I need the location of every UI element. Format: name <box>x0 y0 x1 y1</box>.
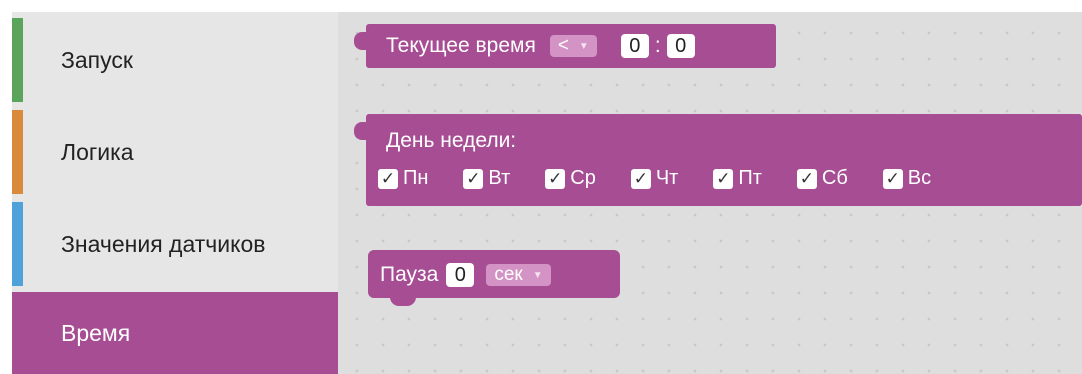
day-checkbox-thu[interactable]: ✓ Чт <box>630 167 678 190</box>
day-checkbox-wed[interactable]: ✓ Ср <box>545 167 596 190</box>
minutes-field[interactable]: 0 <box>666 34 695 58</box>
weekday-block[interactable]: День недели: ✓ Пн ✓ Вт ✓ Ср ✓ Чт ✓ Пт ✓ … <box>354 114 1082 206</box>
operator-value: < <box>557 35 569 56</box>
day-checkbox-sun[interactable]: ✓ Вс <box>882 167 931 190</box>
time-operator-dropdown[interactable]: < ▼ <box>549 35 597 57</box>
check-icon[interactable]: ✓ <box>378 168 398 189</box>
pause-block[interactable]: Пауза 0 сек ▼ <box>368 250 620 306</box>
category-sensor-values[interactable]: Значения датчиков <box>12 200 338 288</box>
category-time[interactable]: Время <box>12 292 338 374</box>
pause-value-field[interactable]: 0 <box>446 263 475 287</box>
category-color-stripe <box>12 202 23 286</box>
block-output-connector <box>354 122 368 140</box>
unit-value: сек <box>494 264 523 285</box>
check-icon[interactable]: ✓ <box>882 168 903 189</box>
pause-label: Пауза <box>380 263 439 286</box>
block-output-connector <box>354 32 368 50</box>
weekday-label: День недели: <box>386 129 517 152</box>
category-label: Запуск <box>61 46 133 73</box>
hours-field[interactable]: 0 <box>620 34 649 58</box>
time-separator: : <box>654 34 661 57</box>
check-icon[interactable]: ✓ <box>630 168 651 189</box>
category-label: Значения датчиков <box>61 230 266 257</box>
block-next-connector <box>390 297 416 306</box>
category-start[interactable]: Запуск <box>12 16 338 104</box>
current-time-block[interactable]: Текущее время < ▼ 0 : 0 <box>354 24 776 68</box>
category-label: Время <box>61 319 131 346</box>
category-color-stripe <box>12 110 23 194</box>
day-checkbox-tue[interactable]: ✓ Вт <box>463 167 510 190</box>
current-time-label: Текущее время <box>386 34 536 57</box>
blocks-workspace[interactable]: Текущее время < ▼ 0 : 0 День недели: ✓ П… <box>338 12 1082 374</box>
check-icon[interactable]: ✓ <box>545 168 566 189</box>
chevron-down-icon: ▼ <box>532 269 543 281</box>
day-checkbox-sat[interactable]: ✓ Сб <box>796 167 848 190</box>
chevron-down-icon: ▼ <box>578 40 589 52</box>
category-logic[interactable]: Логика <box>12 108 338 196</box>
check-icon[interactable]: ✓ <box>463 168 484 189</box>
check-icon[interactable]: ✓ <box>713 168 734 189</box>
day-checkbox-fri[interactable]: ✓ Пт <box>713 167 762 190</box>
day-checkbox-mon[interactable]: ✓ Пн <box>378 167 428 190</box>
category-color-stripe <box>12 18 23 102</box>
pause-unit-dropdown[interactable]: сек ▼ <box>486 264 551 286</box>
check-icon[interactable]: ✓ <box>796 168 817 189</box>
toolbox-sidebar: Запуск Логика Значения датчиков Время <box>12 12 338 374</box>
category-label: Логика <box>61 138 134 165</box>
